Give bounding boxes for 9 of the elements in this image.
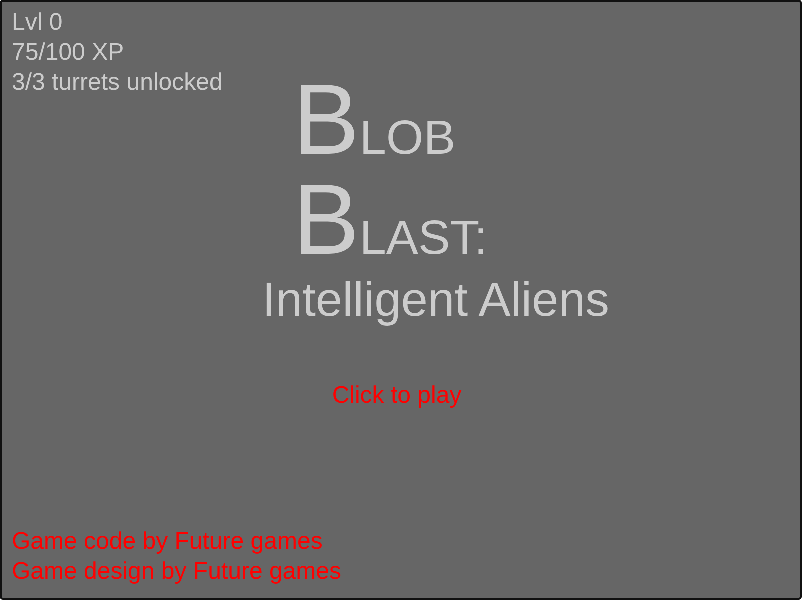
game-canvas[interactable]: Lvl 0 75/100 XP 3/3 turrets unlocked BLOB BLAST: Intelligent Aliens Click to play Game code by Future games Game design by Future games — [0, 0, 802, 600]
stat-text: 75/100 XP — [12, 38, 126, 68]
stat-text: 3/3 turrets unlocked — [12, 68, 223, 98]
credit-text: Game code by Future games — [12, 527, 323, 557]
title-text: BLOB — [293, 70, 456, 170]
title-text: BLAST: — [293, 170, 488, 270]
credit-text: Game design by Future games — [12, 557, 342, 587]
subtitle-text: Intelligent Aliens — [262, 273, 610, 329]
stat-text: Lvl 0 — [12, 8, 64, 38]
